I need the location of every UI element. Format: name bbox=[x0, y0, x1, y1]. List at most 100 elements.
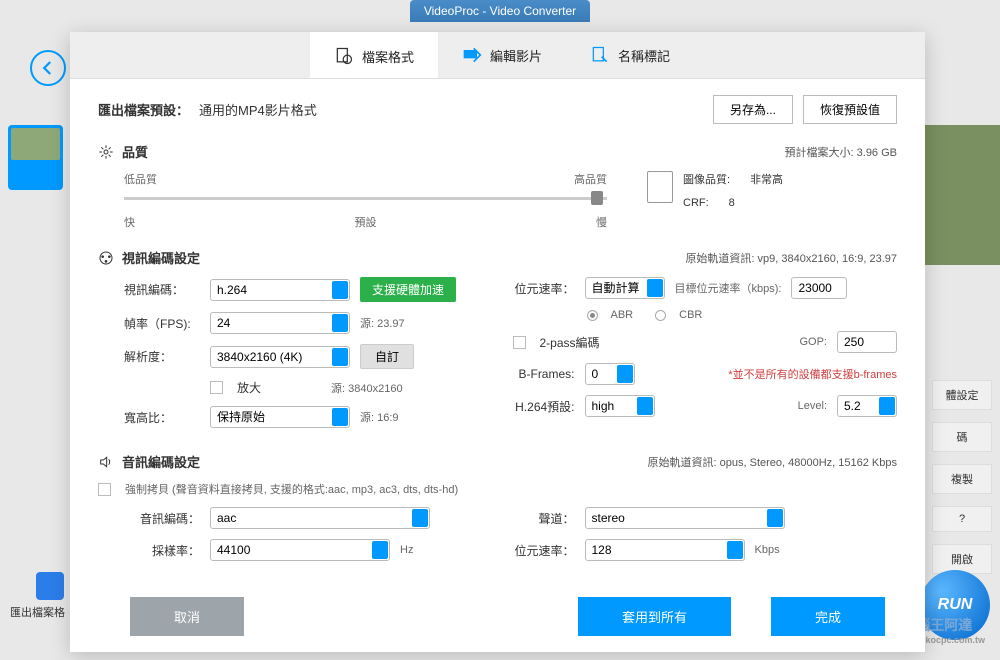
tab-edit-video[interactable]: 編輯影片 bbox=[438, 32, 566, 78]
preset-label: 匯出檔案預設： bbox=[98, 100, 189, 119]
speed-preset: 預設 bbox=[355, 214, 377, 230]
output-format-label: 匯出檔案格 bbox=[10, 604, 65, 620]
crf-label: CRF: bbox=[683, 197, 709, 209]
video-codec-select[interactable]: h.264 bbox=[210, 279, 350, 301]
video-track-info: 原始軌道資訊: vp9, 3840x2160, 16:9, 23.97 bbox=[685, 250, 897, 266]
gear-icon bbox=[98, 144, 114, 160]
target-bitrate-label: 目標位元速率（kbps): bbox=[675, 280, 782, 296]
bframes-label: B-Frames: bbox=[513, 367, 575, 381]
quality-section-head: 品質 預計檔案大小: 3.96 GB bbox=[98, 142, 897, 161]
apply-all-button[interactable]: 套用到所有 bbox=[578, 597, 731, 636]
twopass-label: 2-pass編碼 bbox=[540, 334, 600, 351]
quality-slider[interactable] bbox=[124, 197, 607, 200]
bitrate-unit: Kbps bbox=[755, 544, 780, 556]
aspect-select[interactable]: 保持原始 bbox=[210, 406, 350, 428]
resolution-source: 源: 3840x2160 bbox=[331, 380, 403, 396]
slider-thumb[interactable] bbox=[591, 191, 603, 205]
preview-thumbnail bbox=[925, 125, 1000, 265]
target-bitrate-input[interactable] bbox=[791, 277, 847, 299]
fps-source: 源: 23.97 bbox=[360, 315, 405, 331]
film-icon bbox=[98, 250, 114, 266]
section-title: 音訊編碼設定 bbox=[122, 452, 200, 471]
video-thumbnail[interactable] bbox=[8, 125, 63, 190]
sample-unit: Hz bbox=[400, 544, 413, 556]
h264-preset-label: H.264預設: bbox=[513, 398, 575, 415]
audio-track-info: 原始軌道資訊: opus, Stereo, 48000Hz, 15162 Kbp… bbox=[648, 454, 897, 470]
slider-low-label: 低品質 bbox=[124, 171, 157, 187]
arrow-left-icon bbox=[39, 59, 57, 77]
sample-rate-select[interactable]: 44100 bbox=[210, 539, 390, 561]
preset-value: 通用的MP4影片格式 bbox=[199, 100, 317, 119]
channel-label: 聲道： bbox=[513, 510, 575, 527]
est-size: 預計檔案大小: 3.96 GB bbox=[785, 144, 897, 160]
crf-value: 8 bbox=[729, 197, 735, 209]
section-title: 品質 bbox=[122, 142, 148, 161]
fps-select[interactable]: 24 bbox=[210, 312, 350, 334]
restore-defaults-button[interactable]: 恢復預設值 bbox=[803, 95, 897, 124]
image-quality-value: 非常高 bbox=[750, 171, 783, 187]
gop-label: GOP: bbox=[799, 336, 827, 348]
enlarge-label: 放大 bbox=[237, 379, 261, 396]
bframes-input[interactable] bbox=[585, 363, 635, 385]
bframes-warning: *並不是所有的設備都支援b-frames bbox=[728, 366, 897, 382]
audio-bitrate-label: 位元速率： bbox=[513, 542, 575, 559]
cbr-radio[interactable] bbox=[655, 310, 666, 321]
channel-select[interactable]: stereo bbox=[585, 507, 785, 529]
side-btn[interactable]: 開啟 bbox=[932, 544, 992, 574]
level-select[interactable]: 5.2 bbox=[837, 395, 897, 417]
audio-codec-select[interactable]: aac bbox=[210, 507, 430, 529]
force-copy-checkbox[interactable] bbox=[98, 483, 111, 496]
document-icon bbox=[647, 171, 673, 203]
tab-label: 名稱標記 bbox=[618, 46, 670, 65]
fps-label: 幀率（FPS): bbox=[124, 315, 200, 332]
side-btn[interactable]: ? bbox=[932, 506, 992, 532]
hw-accel-badge: 支援硬體加速 bbox=[360, 277, 456, 302]
enlarge-checkbox[interactable] bbox=[210, 381, 223, 394]
tab-name-tag[interactable]: 名稱標記 bbox=[566, 32, 694, 78]
custom-resolution-button[interactable]: 自訂 bbox=[360, 344, 414, 369]
save-as-button[interactable]: 另存為... bbox=[713, 95, 793, 124]
audio-bitrate-select[interactable]: 128 bbox=[585, 539, 745, 561]
tag-icon bbox=[590, 45, 610, 65]
tab-bar: 檔案格式 編輯影片 名稱標記 bbox=[70, 32, 925, 79]
footer-buttons: 取消 套用到所有 完成 bbox=[70, 583, 925, 652]
resolution-label: 解析度： bbox=[124, 348, 200, 365]
tab-file-format[interactable]: 檔案格式 bbox=[310, 32, 438, 78]
aspect-source: 源: 16:9 bbox=[360, 409, 399, 425]
document-gear-icon bbox=[334, 46, 354, 66]
cbr-label: CBR bbox=[679, 309, 702, 321]
audio-section-head: 音訊編碼設定 原始軌道資訊: opus, Stereo, 48000Hz, 15… bbox=[98, 452, 897, 471]
bitrate-mode-select[interactable]: 自動計算 bbox=[585, 277, 665, 299]
done-button[interactable]: 完成 bbox=[771, 597, 885, 636]
twopass-checkbox[interactable] bbox=[513, 336, 526, 349]
aspect-label: 寬高比： bbox=[124, 409, 200, 426]
side-buttons: 體設定 碼 複製 ? 開啟 bbox=[932, 380, 992, 586]
tab-label: 編輯影片 bbox=[490, 46, 542, 65]
h264-preset-select[interactable]: high bbox=[585, 395, 655, 417]
side-btn[interactable]: 體設定 bbox=[932, 380, 992, 410]
panel-content: 匯出檔案預設： 通用的MP4影片格式 另存為... 恢復預設值 品質 預計檔案大… bbox=[70, 79, 925, 583]
tab-label: 檔案格式 bbox=[362, 47, 414, 66]
settings-panel: 檔案格式 編輯影片 名稱標記 匯出檔案預設： 通用的MP4影片格式 另存為...… bbox=[70, 32, 925, 652]
cancel-button[interactable]: 取消 bbox=[130, 597, 244, 636]
image-quality-label: 圖像品質: bbox=[683, 171, 730, 187]
speed-slow: 慢 bbox=[596, 214, 607, 230]
resolution-select[interactable]: 3840x2160 (4K) bbox=[210, 346, 350, 368]
gop-input[interactable] bbox=[837, 331, 897, 353]
abr-radio[interactable] bbox=[587, 310, 598, 321]
speaker-icon bbox=[98, 454, 114, 470]
slider-high-label: 高品質 bbox=[574, 171, 607, 187]
bitrate-label: 位元速率： bbox=[513, 280, 575, 297]
window-title: VideoProc - Video Converter bbox=[410, 0, 590, 22]
output-format-icon[interactable] bbox=[36, 572, 64, 600]
side-btn[interactable]: 碼 bbox=[932, 422, 992, 452]
sample-rate-label: 採樣率： bbox=[124, 542, 200, 559]
audio-codec-label: 音訊編碼： bbox=[124, 510, 200, 527]
force-copy-label: 強制拷貝 (聲音資料直接拷貝, 支援的格式:aac, mp3, ac3, dts… bbox=[125, 481, 458, 497]
back-button[interactable] bbox=[30, 50, 66, 86]
video-section-head: 視訊編碼設定 原始軌道資訊: vp9, 3840x2160, 16:9, 23.… bbox=[98, 248, 897, 267]
video-codec-label: 視訊編碼： bbox=[124, 281, 200, 298]
preset-row: 匯出檔案預設： 通用的MP4影片格式 另存為... 恢復預設值 bbox=[98, 95, 897, 124]
scissors-icon bbox=[462, 45, 482, 65]
side-btn[interactable]: 複製 bbox=[932, 464, 992, 494]
